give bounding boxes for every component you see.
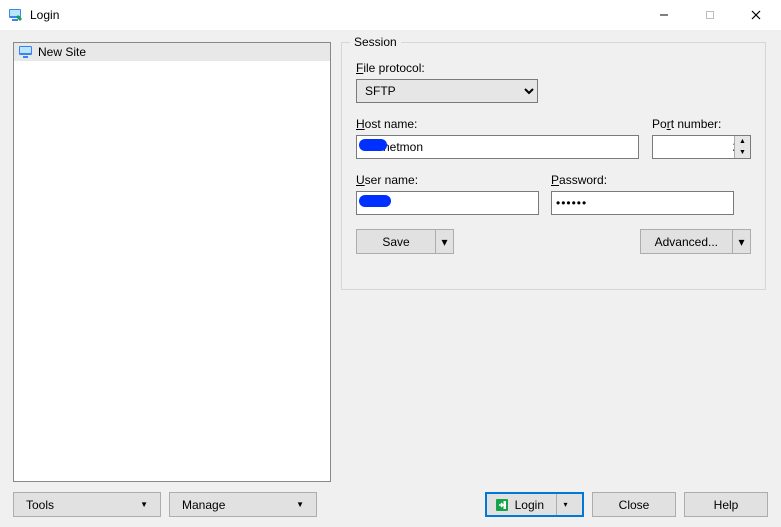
footer-bar: Tools▼ Manage▼ Login ▾ Close Help [13,492,768,517]
password-label: Password: [551,173,734,187]
chevron-down-icon: ▼ [296,500,304,509]
session-group: Session File protocol: SFTP Host name: P… [341,42,766,290]
save-dropdown[interactable]: ▾ [436,229,454,254]
save-split-button[interactable]: Save ▾ [356,229,454,254]
monitor-icon [18,45,34,59]
maximize-button [687,0,733,30]
manage-button[interactable]: Manage▼ [169,492,317,517]
login-dropdown[interactable]: ▾ [556,494,574,515]
login-icon [495,498,509,512]
redaction [359,195,391,207]
window-title: Login [30,8,59,22]
login-split-button[interactable]: Login ▾ [485,492,584,517]
close-window-button[interactable] [733,0,779,30]
redaction [359,139,387,151]
host-input[interactable] [356,135,639,159]
port-label: Port number: [652,117,751,131]
help-button[interactable]: Help [684,492,768,517]
save-button[interactable]: Save [356,229,436,254]
advanced-button[interactable]: Advanced... [640,229,733,254]
spin-up-icon[interactable]: ▲ [734,136,750,147]
advanced-split-button[interactable]: Advanced... ▾ [640,229,751,254]
minimize-button[interactable] [641,0,687,30]
port-spinner[interactable]: ▲▼ [734,136,750,158]
advanced-dropdown[interactable]: ▾ [733,229,751,254]
protocol-label: File protocol: [356,61,751,75]
sites-list[interactable]: New Site [13,42,331,482]
login-button[interactable]: Login ▾ [485,492,584,517]
protocol-select[interactable]: SFTP [356,79,538,103]
sites-panel: New Site [13,42,331,482]
close-button[interactable]: Close [592,492,676,517]
site-item-new[interactable]: New Site [14,43,330,61]
user-label: User name: [356,173,539,187]
site-item-label: New Site [38,45,86,59]
password-input[interactable] [551,191,734,215]
title-bar: Login [0,0,781,30]
spin-down-icon[interactable]: ▼ [734,147,750,158]
chevron-down-icon: ▼ [140,500,148,509]
host-label: Host name: [356,117,640,131]
tools-button[interactable]: Tools▼ [13,492,161,517]
session-legend: Session [350,35,401,49]
app-icon [8,7,24,23]
